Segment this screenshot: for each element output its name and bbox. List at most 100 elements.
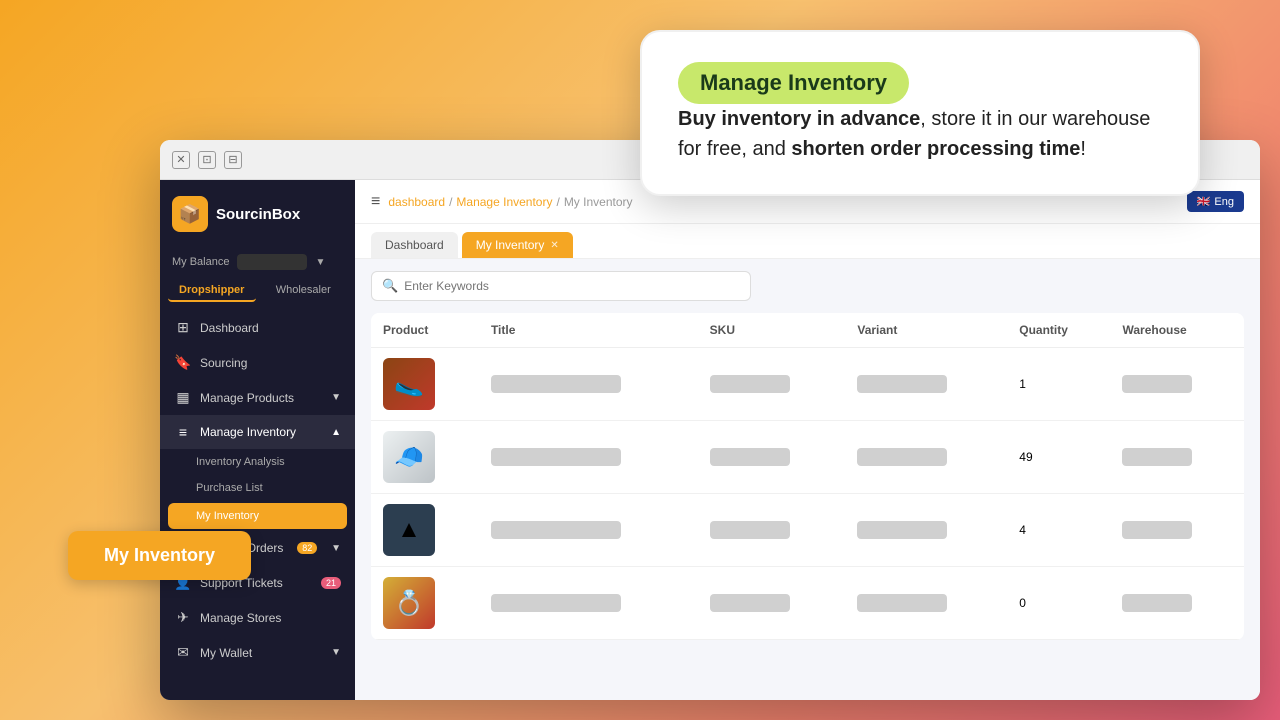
sidebar-item-inventory-analysis[interactable]: Inventory Analysis bbox=[160, 449, 355, 475]
title-skeleton-3 bbox=[491, 521, 621, 539]
title-skeleton-4 bbox=[491, 594, 621, 612]
sidebar-header: 📦 SourcinBox bbox=[160, 180, 355, 248]
sidebar-label-manage-products: Manage Products bbox=[200, 391, 294, 405]
breadcrumb-manage-inventory[interactable]: Manage Inventory bbox=[456, 195, 552, 209]
warehouse-skeleton-2 bbox=[1122, 448, 1192, 466]
warehouse-skeleton-1 bbox=[1122, 375, 1192, 393]
search-input[interactable] bbox=[404, 279, 740, 293]
sourcing-icon: 🔖 bbox=[174, 354, 192, 371]
table-row: 💍 0 bbox=[371, 567, 1244, 640]
products-icon: ▦ bbox=[174, 389, 192, 406]
product-image-4: 💍 bbox=[383, 577, 435, 629]
breadcrumb: dashboard / Manage Inventory / My Invent… bbox=[388, 195, 632, 209]
language-button[interactable]: 🇬🇧 Eng bbox=[1187, 191, 1244, 212]
sidebar-label-my-wallet: My Wallet bbox=[200, 646, 252, 660]
sidebar-label-sourcing: Sourcing bbox=[200, 356, 247, 370]
sidebar-label-manage-stores: Manage Stores bbox=[200, 611, 281, 625]
dashboard-icon: ⊞ bbox=[174, 319, 192, 336]
sku-skeleton-4 bbox=[710, 594, 790, 612]
table-row: 🧢 49 bbox=[371, 421, 1244, 494]
balance-value bbox=[237, 254, 307, 270]
product-image-3: ▲ bbox=[383, 504, 435, 556]
col-warehouse: Warehouse bbox=[1110, 313, 1244, 348]
flag-icon: 🇬🇧 bbox=[1197, 195, 1211, 208]
sidebar-label-dashboard: Dashboard bbox=[200, 321, 259, 335]
menu-icon[interactable]: ≡ bbox=[371, 193, 380, 211]
variant-skeleton-1 bbox=[857, 375, 947, 393]
tooltip-body: Buy inventory in advance, store it in ou… bbox=[678, 104, 1162, 164]
tooltip-bold1: Buy inventory in advance bbox=[678, 108, 920, 130]
col-sku: SKU bbox=[698, 313, 846, 348]
sku-skeleton-1 bbox=[710, 375, 790, 393]
wallet-arrow: ▼ bbox=[331, 647, 341, 658]
sidebar-item-purchase-list[interactable]: Purchase List bbox=[160, 475, 355, 501]
sku-skeleton-3 bbox=[710, 521, 790, 539]
tooltip-ending: ! bbox=[1080, 138, 1086, 160]
tooltip-bold2: shorten order processing time bbox=[791, 138, 1080, 160]
sidebar-item-sourcing[interactable]: 🔖 Sourcing bbox=[160, 345, 355, 380]
tab-wholesaler[interactable]: Wholesaler bbox=[260, 280, 348, 302]
balance-label: My Balance bbox=[172, 256, 229, 268]
sidebar-tabs: Dropshipper Wholesaler bbox=[160, 276, 355, 306]
search-icon: 🔍 bbox=[382, 278, 398, 294]
inventory-arrow: ▲ bbox=[331, 427, 341, 438]
maximize-btn[interactable]: ⊡ bbox=[198, 151, 216, 169]
tab-my-inventory-label: My Inventory bbox=[476, 238, 545, 252]
table-row: ▲ 4 bbox=[371, 494, 1244, 567]
table-container: 🔍 Product Title SKU Variant Quantity War… bbox=[355, 259, 1260, 700]
breadcrumb-my-inventory: My Inventory bbox=[564, 195, 633, 209]
col-quantity: Quantity bbox=[1007, 313, 1110, 348]
variant-skeleton-4 bbox=[857, 594, 947, 612]
qty-4: 0 bbox=[1007, 567, 1110, 640]
title-skeleton-2 bbox=[491, 448, 621, 466]
variant-skeleton-2 bbox=[857, 448, 947, 466]
search-bar: 🔍 bbox=[371, 271, 751, 301]
products-arrow: ▼ bbox=[331, 392, 341, 403]
balance-chevron: ▼ bbox=[315, 257, 325, 268]
qty-3: 4 bbox=[1007, 494, 1110, 567]
qty-2: 49 bbox=[1007, 421, 1110, 494]
inventory-icon: ≡ bbox=[174, 424, 192, 440]
tab-dashboard-label: Dashboard bbox=[385, 238, 444, 252]
inventory-table: Product Title SKU Variant Quantity Wareh… bbox=[371, 313, 1244, 640]
orders-badge: 82 bbox=[297, 542, 317, 554]
sidebar-item-dashboard[interactable]: ⊞ Dashboard bbox=[160, 310, 355, 345]
table-row: 🥿 1 bbox=[371, 348, 1244, 421]
sidebar-label-manage-inventory: Manage Inventory bbox=[200, 425, 296, 439]
tickets-badge: 21 bbox=[321, 577, 341, 589]
col-variant: Variant bbox=[845, 313, 1007, 348]
tooltip-card: Manage Inventory Buy inventory in advanc… bbox=[640, 30, 1200, 196]
sidebar-item-manage-stores[interactable]: ✈ Manage Stores bbox=[160, 600, 355, 635]
stores-icon: ✈ bbox=[174, 609, 192, 626]
sku-skeleton-2 bbox=[710, 448, 790, 466]
wallet-icon: ✉ bbox=[174, 644, 192, 661]
orders-arrow: ▼ bbox=[331, 543, 341, 554]
tab-dashboard[interactable]: Dashboard bbox=[371, 232, 458, 258]
qty-1: 1 bbox=[1007, 348, 1110, 421]
sidebar-item-manage-inventory[interactable]: ≡ Manage Inventory ▲ bbox=[160, 415, 355, 449]
tab-my-inventory[interactable]: My Inventory ✕ bbox=[462, 232, 573, 258]
sidebar-item-my-wallet[interactable]: ✉ My Wallet ▼ bbox=[160, 635, 355, 670]
sidebar-item-manage-products[interactable]: ▦ Manage Products ▼ bbox=[160, 380, 355, 415]
tabs-bar: Dashboard My Inventory ✕ bbox=[355, 224, 1260, 259]
minimize-btn[interactable]: ⊟ bbox=[224, 151, 242, 169]
close-btn[interactable]: ✕ bbox=[172, 151, 190, 169]
logo-text: SourcinBox bbox=[216, 206, 300, 223]
col-title: Title bbox=[479, 313, 698, 348]
sidebar: 📦 SourcinBox My Balance ▼ Dropshipper Wh… bbox=[160, 180, 355, 700]
lang-text: Eng bbox=[1214, 196, 1234, 208]
my-inventory-float-button[interactable]: My Inventory bbox=[68, 531, 251, 580]
content-area: ≡ dashboard / Manage Inventory / My Inve… bbox=[355, 180, 1260, 700]
col-product: Product bbox=[371, 313, 479, 348]
sidebar-item-my-inventory[interactable]: My Inventory bbox=[168, 503, 347, 529]
breadcrumb-dashboard[interactable]: dashboard bbox=[388, 195, 445, 209]
logo-icon: 📦 bbox=[172, 196, 208, 232]
warehouse-skeleton-3 bbox=[1122, 521, 1192, 539]
product-image-1: 🥿 bbox=[383, 358, 435, 410]
warehouse-skeleton-4 bbox=[1122, 594, 1192, 612]
product-image-2: 🧢 bbox=[383, 431, 435, 483]
tab-close-icon[interactable]: ✕ bbox=[550, 240, 558, 251]
app-window: ✕ ⊡ ⊟ 📦 SourcinBox My Balance ▼ Dropship… bbox=[160, 140, 1260, 700]
tab-dropshipper[interactable]: Dropshipper bbox=[168, 280, 256, 302]
tooltip-tag: Manage Inventory bbox=[678, 62, 1162, 104]
